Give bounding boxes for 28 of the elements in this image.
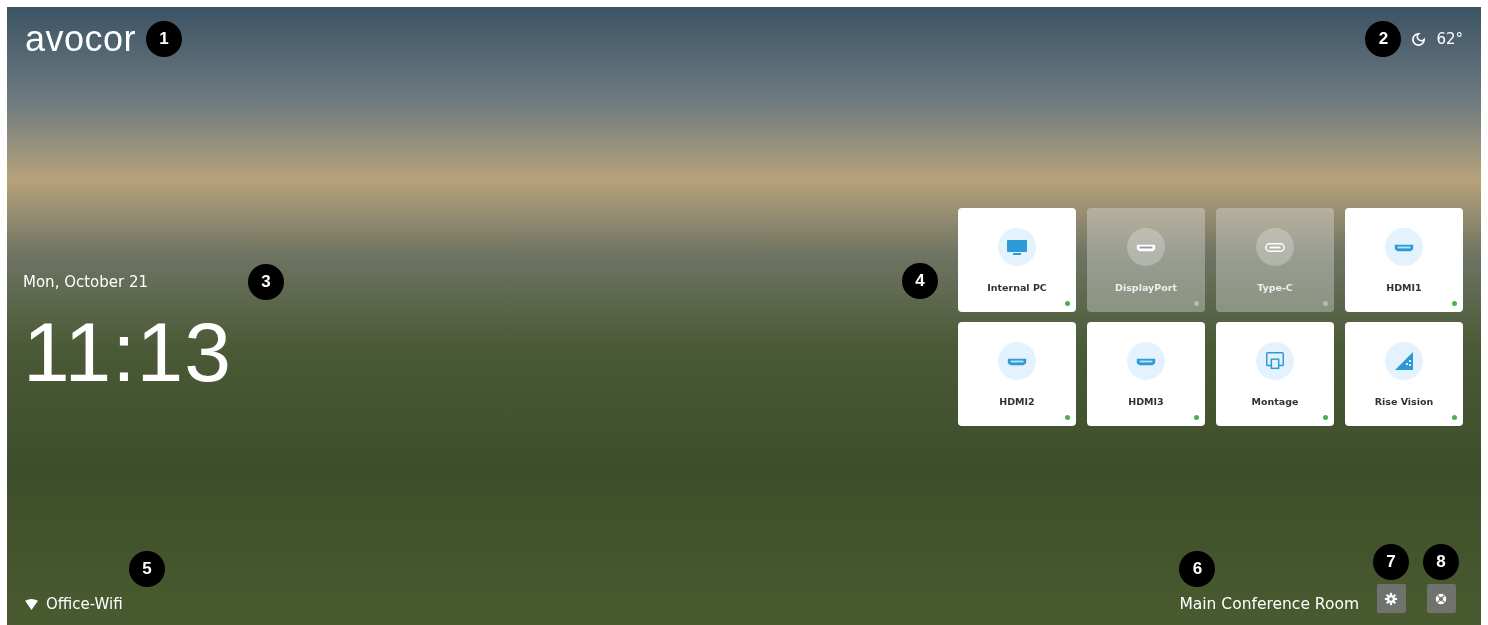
callout-badge: 8 xyxy=(1423,544,1459,580)
source-tile[interactable]: Montage xyxy=(1216,322,1334,426)
source-tile[interactable]: Internal PC xyxy=(958,208,1076,312)
callout-badge: 3 xyxy=(248,264,285,300)
callout-badge: 5 xyxy=(129,551,165,587)
support-button[interactable] xyxy=(1426,584,1456,613)
callout-badge: 7 xyxy=(1373,544,1409,580)
clock-time: 11:13 xyxy=(23,310,233,394)
room-name: Main Conference Room xyxy=(1179,595,1359,613)
usb-c-icon xyxy=(1264,241,1286,253)
lifebuoy-icon xyxy=(1434,591,1448,606)
source-tile[interactable]: HDMI2 xyxy=(958,322,1076,426)
wifi-icon xyxy=(25,598,38,610)
callout-badge: 1 xyxy=(146,21,183,57)
settings-button[interactable] xyxy=(1376,584,1406,613)
callout-badge: 4 xyxy=(902,263,938,299)
temperature: 62° xyxy=(1436,30,1463,48)
moon-icon xyxy=(1411,31,1427,47)
screen-share-icon xyxy=(1264,350,1286,372)
date-text: Mon, October 21 xyxy=(23,273,149,291)
network-name: Office-Wifi xyxy=(46,595,123,613)
gear-icon xyxy=(1384,591,1398,606)
source-tile[interactable]: HDMI1 xyxy=(1345,208,1463,312)
callout-badge: 6 xyxy=(1179,551,1216,587)
source-tile[interactable]: HDMI3 xyxy=(1087,322,1205,426)
source-tile[interactable]: Rise Vision xyxy=(1345,322,1463,426)
callout-badge: 2 xyxy=(1365,21,1402,57)
avocor-logo: avocor xyxy=(25,21,137,57)
